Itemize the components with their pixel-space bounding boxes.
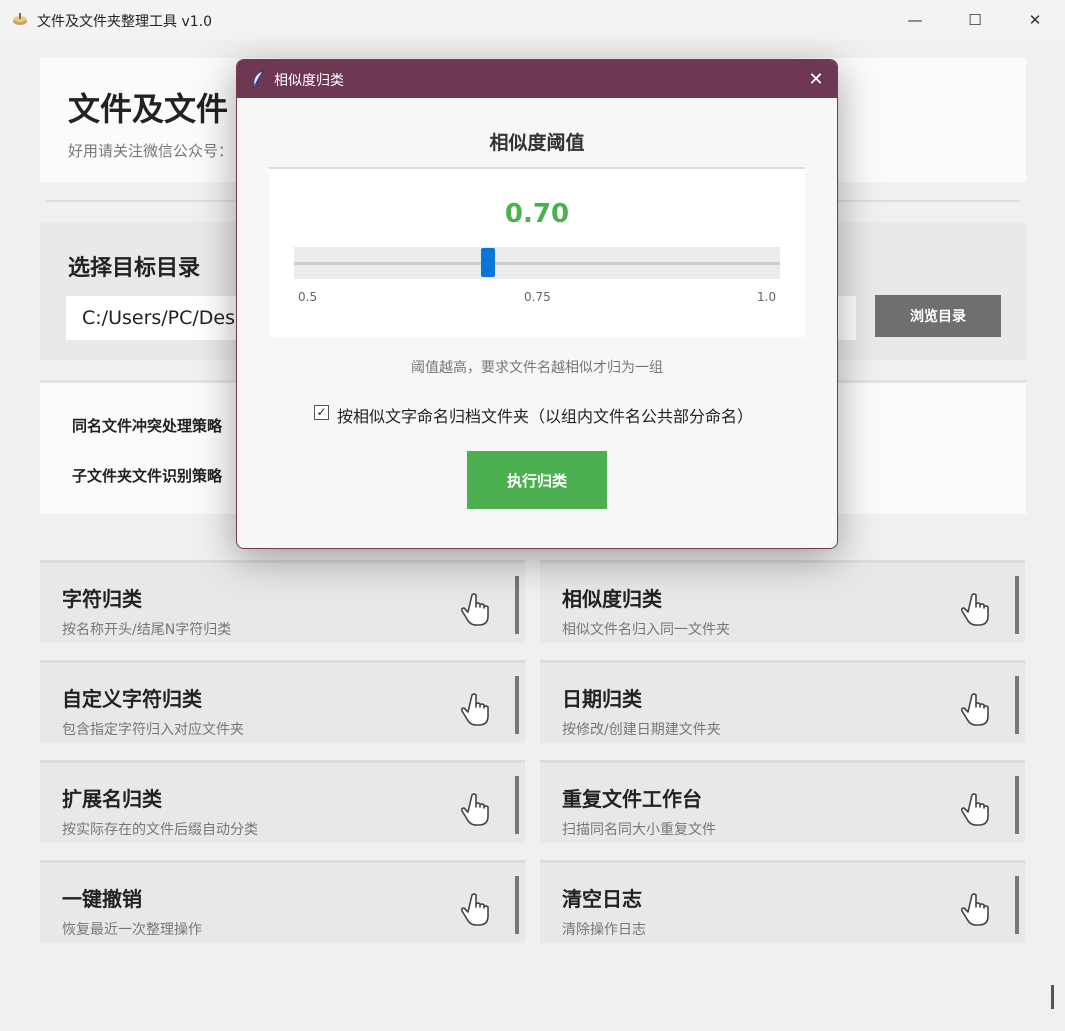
tool-title: 一键撤销	[62, 887, 142, 911]
similarity-dialog: 相似度归类 ✕ 相似度阈值 0.70 0.5 0.75 1.0 阈值越高，要求文…	[236, 59, 838, 549]
feather-icon	[253, 70, 265, 88]
hand-pointer-icon	[460, 693, 489, 726]
name-folder-checkbox-label[interactable]: 按相似文字命名归档文件夹（以组内文件名公共部分命名）	[337, 403, 753, 427]
slider-thumb[interactable]	[481, 248, 495, 277]
tool-desc: 按名称开头/结尾N字符归类	[62, 622, 232, 638]
window-title: 文件及文件夹整理工具 v1.0	[37, 14, 212, 30]
tool-desc: 恢复最近一次整理操作	[62, 922, 202, 938]
card-accent-bar	[515, 676, 519, 734]
slider-tick-min: 0.5	[298, 290, 318, 304]
hand-pointer-icon	[460, 593, 489, 626]
app-logo-icon	[13, 13, 27, 25]
tool-desc: 按实际存在的文件后缀自动分类	[62, 822, 258, 838]
tool-card-custom-char-classify[interactable]: 自定义字符归类 包含指定字符归入对应文件夹	[40, 660, 525, 743]
conflict-strategy-label: 同名文件冲突处理策略	[72, 417, 223, 435]
close-button[interactable]: ✕	[1012, 0, 1058, 40]
run-classify-button[interactable]: 执行归类	[467, 451, 607, 509]
card-accent-bar	[515, 576, 519, 634]
threshold-value: 0.70	[504, 199, 570, 229]
slider-tick-mid: 0.75	[524, 290, 551, 304]
maximize-button[interactable]: ☐	[952, 0, 998, 40]
slider-track	[294, 262, 780, 265]
threshold-hint: 阈值越高，要求文件名越相似才归为一组	[411, 360, 663, 376]
app-window: 文件及文件夹整理工具 v1.0 — ☐ ✕ 文件及文件 好用请关注微信公众号： …	[0, 0, 1065, 1031]
tool-card-char-classify[interactable]: 字符归类 按名称开头/结尾N字符归类	[40, 560, 525, 643]
title-bar: 文件及文件夹整理工具 v1.0 — ☐ ✕	[0, 0, 1065, 40]
minimize-button[interactable]: —	[892, 0, 938, 40]
tool-desc: 清除操作日志	[562, 922, 646, 938]
hand-pointer-icon	[960, 793, 989, 826]
tool-title: 相似度归类	[562, 587, 662, 611]
slider-tick-max: 1.0	[757, 290, 777, 304]
hand-pointer-icon	[960, 693, 989, 726]
tool-title: 字符归类	[62, 587, 142, 611]
card-accent-bar	[1015, 776, 1019, 834]
hand-pointer-icon	[460, 893, 489, 926]
card-accent-bar	[515, 776, 519, 834]
dialog-title-bar: 相似度归类 ✕	[237, 60, 837, 98]
tool-title: 自定义字符归类	[62, 687, 202, 711]
hand-pointer-icon	[960, 893, 989, 926]
tool-card-date-classify[interactable]: 日期归类 按修改/创建日期建文件夹	[540, 660, 1025, 743]
app-subtitle: 好用请关注微信公众号：	[68, 142, 234, 160]
card-accent-bar	[1015, 576, 1019, 634]
tool-card-undo[interactable]: 一键撤销 恢复最近一次整理操作	[40, 860, 525, 943]
threshold-heading: 相似度阈值	[489, 132, 585, 154]
card-accent-bar	[515, 876, 519, 934]
directory-title: 选择目标目录	[68, 256, 201, 281]
dialog-close-button[interactable]: ✕	[803, 66, 829, 92]
tool-desc: 相似文件名归入同一文件夹	[562, 622, 730, 638]
card-accent-bar	[1015, 676, 1019, 734]
tool-card-extension-classify[interactable]: 扩展名归类 按实际存在的文件后缀自动分类	[40, 760, 525, 843]
subfolder-strategy-label: 子文件夹文件识别策略	[72, 467, 223, 485]
tool-desc: 扫描同名同大小重复文件	[562, 822, 716, 838]
scrollbar[interactable]	[1051, 985, 1054, 1009]
hand-pointer-icon	[960, 593, 989, 626]
threshold-panel: 0.70 0.5 0.75 1.0	[269, 167, 805, 337]
browse-directory-button[interactable]: 浏览目录	[875, 295, 1001, 337]
card-accent-bar	[1015, 876, 1019, 934]
tool-desc: 包含指定字符归入对应文件夹	[62, 722, 244, 738]
tool-card-similarity-classify[interactable]: 相似度归类 相似文件名归入同一文件夹	[540, 560, 1025, 643]
hand-pointer-icon	[460, 793, 489, 826]
dialog-title: 相似度归类	[274, 73, 344, 89]
tool-title: 扩展名归类	[62, 787, 162, 811]
app-heading: 文件及文件	[68, 90, 229, 128]
tool-card-clear-log[interactable]: 清空日志 清除操作日志	[540, 860, 1025, 943]
tool-title: 日期归类	[562, 687, 642, 711]
tool-title: 重复文件工作台	[562, 787, 702, 811]
tool-title: 清空日志	[562, 887, 642, 911]
name-folder-checkbox[interactable]: ✓	[314, 405, 329, 420]
tool-desc: 按修改/创建日期建文件夹	[562, 722, 721, 738]
tool-card-duplicate-workbench[interactable]: 重复文件工作台 扫描同名同大小重复文件	[540, 760, 1025, 843]
